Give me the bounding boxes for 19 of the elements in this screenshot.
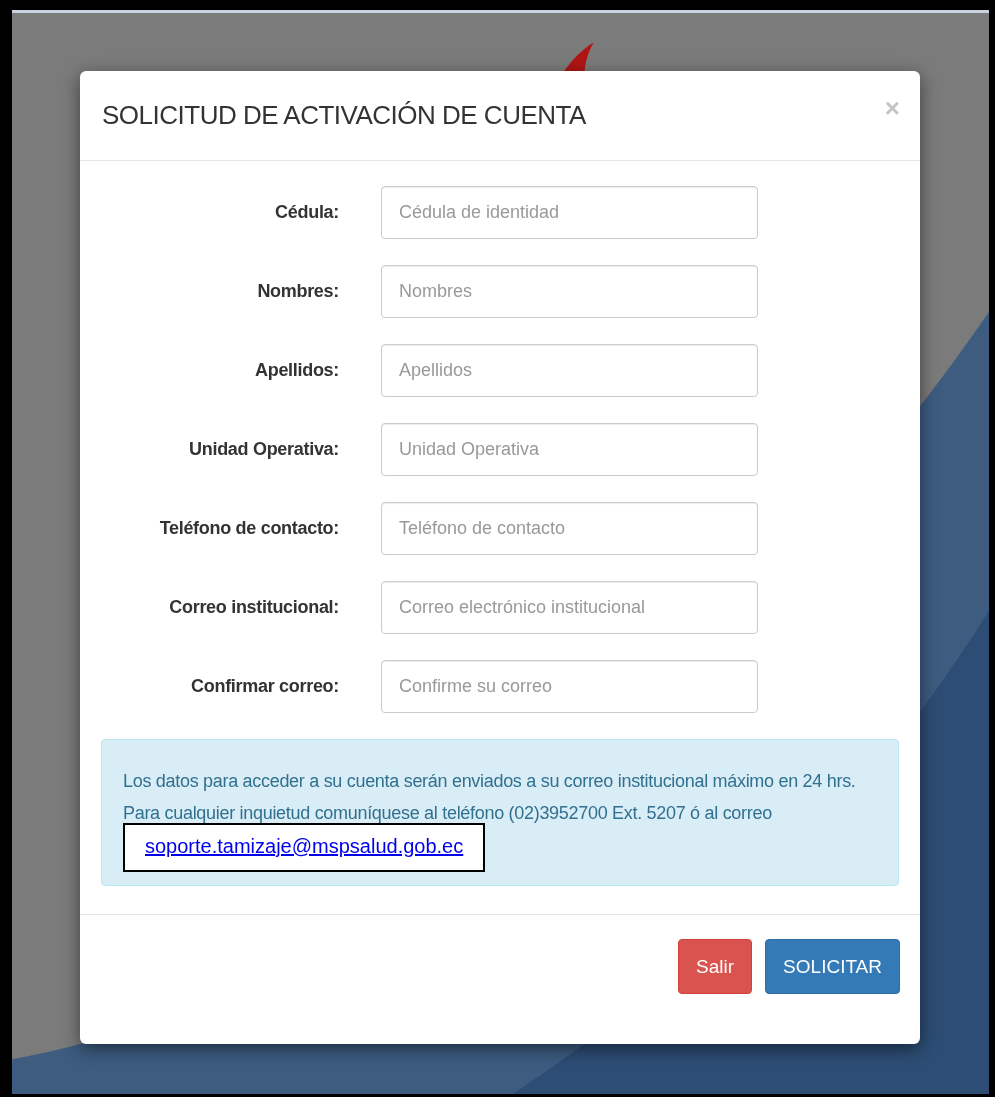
submit-button[interactable]: SOLICITAR [765,939,900,994]
exit-button[interactable]: Salir [678,939,753,994]
input-field[interactable]: Apellidos [381,344,758,397]
field-label: Correo institucional: [168,597,339,618]
input-field[interactable]: Teléfono de contacto [381,502,758,555]
input-field[interactable]: Correo electrónico institucional [381,581,758,634]
email-link[interactable]: soporte.tamizaje@mspsalud.gob.ec [123,823,486,872]
field-label: Confirmar correo: [190,676,339,697]
input-field[interactable]: Confirme su correo [381,660,758,713]
input-field[interactable]: Nombres [381,265,758,318]
input-field[interactable]: Cédula de identidad [381,186,758,239]
field-label: Unidad Operativa: [188,439,339,460]
field-label: Nombres: [256,281,339,302]
info-message: Los datos para acceder a su cuenta serán enviados a su correo institucional máximo en 24 hrs. Para cualquier inquietud comuníquese al teléfono (02)3952700 Ext. 5207 ó al correo soporte.tamizaje@mspsalud.gob.ec [123,765,878,872]
input-field[interactable]: Unidad Operativa [381,423,758,476]
field-label: Cédula: [274,202,339,223]
field-label: Teléfono de contacto: [158,518,339,539]
field-label: Apellidos: [254,360,339,381]
modal-title: SOLICITUD DE ACTIVACIÓN DE CUENTA [102,100,586,131]
